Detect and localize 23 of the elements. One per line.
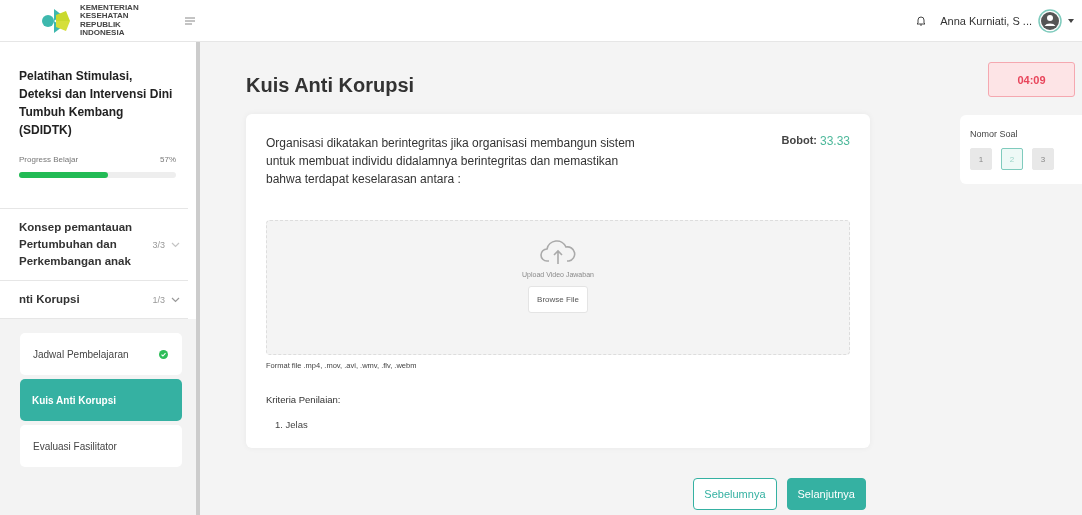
progress-label: Progress Belajar [19,155,79,164]
lesson-item[interactable]: Jadwal Pembelajaran [20,333,182,375]
weight-label: Bobot: [781,134,817,148]
check-icon [159,349,168,359]
user-name[interactable]: Anna Kurniati, S ... [940,14,1032,27]
page-title: Kuis Anti Korupsi [246,74,416,97]
logo-text: KEMENTERIAN KESEHATAN REPUBLIK INDONESIA [80,3,139,38]
question-nav-title: Nomor Soal [970,129,1019,139]
chevron-down-icon[interactable] [171,296,180,303]
criteria-title: Kriteria Penilaian: [266,394,342,405]
cloud-upload-icon [539,237,577,265]
weight-value: 33.33 [819,134,850,148]
progress-value: 57% [160,155,176,164]
timer: 04:09 [988,62,1075,97]
question-text: Organisasi dikatakan berintegritas jika organisasi membangun sistem untuk membuat individu didalamnya berintegritas dan memastikan bahwa terdapat keselarasan antara : [266,135,636,188]
bell-icon[interactable] [916,15,927,26]
module-item[interactable]: Konsep pemantauan Pertumbuhan dan Perkembangan anak 3/3 [0,209,188,281]
course-title: Pelatihan Stimulasi, Deteksi dan Intervensi Dini Tumbuh Kembang (SDIDTK) [19,68,174,139]
criteria-item: 1. Jelas [275,419,309,430]
avatar-icon[interactable] [1038,8,1062,33]
lesson-item[interactable]: Evaluasi Fasilitator [20,425,182,467]
browse-file-button[interactable]: Browse File [528,286,588,313]
caret-icon[interactable] [1068,18,1074,23]
